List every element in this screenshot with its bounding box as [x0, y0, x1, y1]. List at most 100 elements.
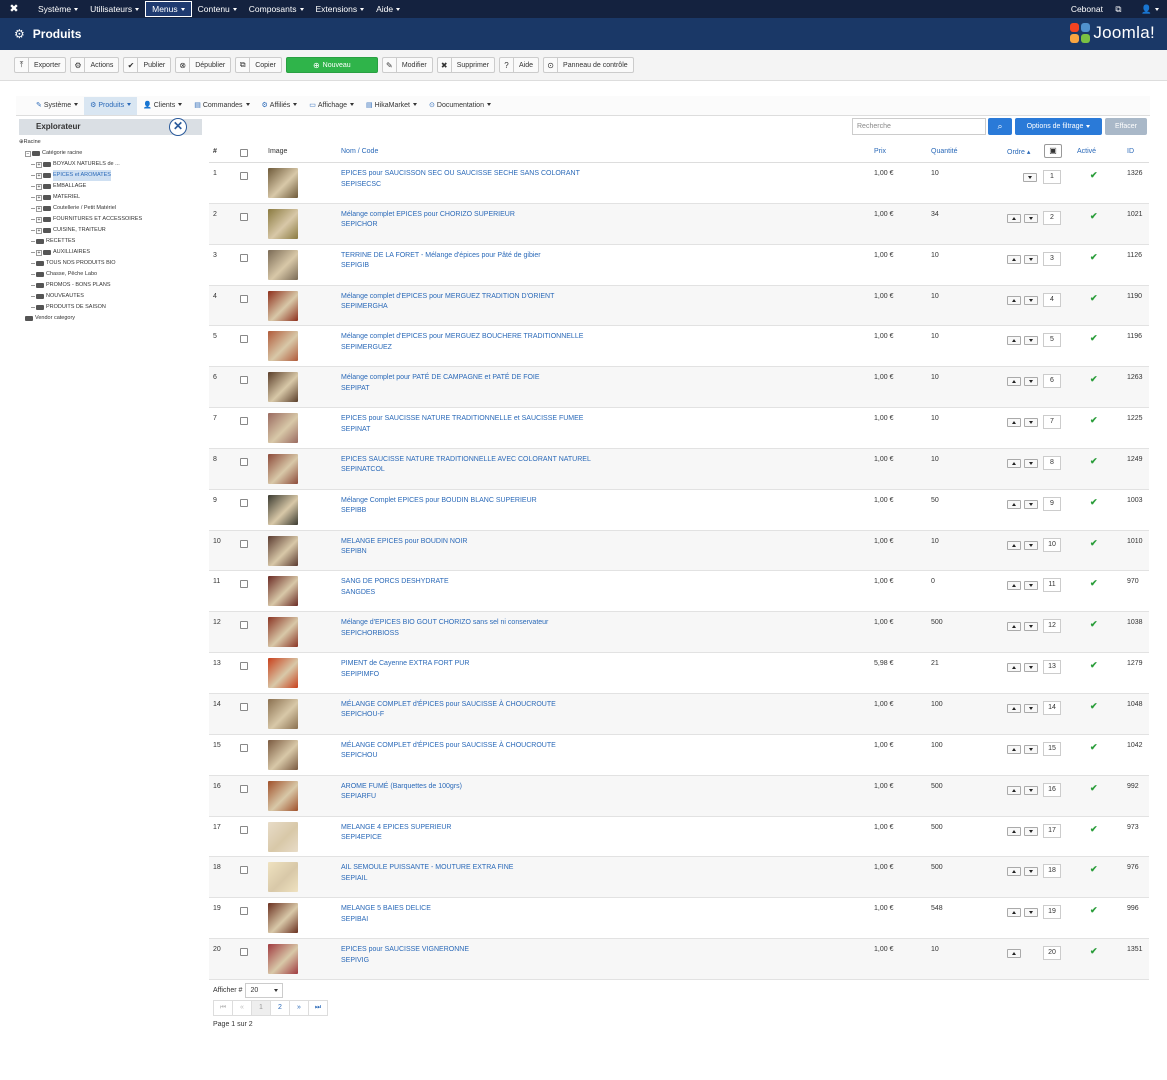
expand-icon[interactable]: + [36, 172, 42, 179]
hika-menu-item[interactable]: ▤ Commandes [188, 97, 255, 115]
admin-menu-item[interactable]: Menus [145, 1, 192, 17]
product-code-link[interactable]: SEPIPAT [341, 384, 540, 395]
move-down-button[interactable] [1024, 744, 1038, 754]
move-up-button[interactable] [1007, 826, 1021, 836]
row-checkbox[interactable] [240, 253, 248, 262]
tree-node[interactable]: + EPICES et AROMATES [19, 170, 202, 181]
toolbar-button[interactable]: ⧉ Copier [235, 57, 282, 73]
row-checkbox[interactable] [240, 294, 248, 303]
move-up-button[interactable] [1007, 418, 1021, 428]
row-checkbox[interactable] [240, 417, 248, 426]
move-down-button[interactable] [1024, 540, 1038, 550]
product-thumbnail[interactable] [268, 535, 298, 566]
order-input[interactable]: 13 [1043, 660, 1061, 675]
user-menu[interactable]: 👤 [1131, 4, 1159, 15]
tree-node[interactable]: + Coutellerie / Petit Matériel [19, 203, 202, 214]
product-code-link[interactable]: SEPICHOU-F [341, 710, 556, 721]
product-name-link[interactable]: SANG DE PORCS DESHYDRATE [341, 577, 449, 588]
move-up-button[interactable] [1007, 703, 1021, 713]
product-code-link[interactable]: SEPIMERGHA [341, 302, 554, 313]
published-check-icon[interactable]: ✔ [1090, 293, 1098, 304]
published-check-icon[interactable]: ✔ [1090, 415, 1098, 426]
last-page-button[interactable]: ⏭ [308, 1000, 328, 1016]
collapse-icon[interactable]: − [25, 150, 31, 157]
hika-menu-item[interactable]: ⚙ Produits [84, 96, 138, 115]
site-link[interactable]: Cebonat ⧉ [1061, 4, 1122, 15]
col-price[interactable]: Prix [874, 148, 886, 155]
search-button[interactable]: ⌕ [988, 118, 1012, 135]
row-checkbox[interactable] [240, 621, 248, 630]
move-down-button[interactable] [1024, 377, 1038, 387]
tree-node[interactable]: + CUISINE, TRAITEUR [19, 225, 202, 236]
product-name-link[interactable]: Mélange complet pour PATÉ DE CAMPAGNE et… [341, 373, 540, 384]
admin-menu-item[interactable]: Contenu [192, 0, 243, 18]
move-up-button[interactable] [1007, 458, 1021, 468]
tree-node[interactable]: + EMBALLAGE [19, 181, 202, 192]
product-name-link[interactable]: Mélange complet d'EPICES pour MERGUEZ BO… [341, 332, 583, 343]
product-thumbnail[interactable] [268, 249, 298, 280]
row-checkbox[interactable] [240, 866, 248, 875]
product-name-link[interactable]: Mélange complet d'EPICES pour MERGUEZ TR… [341, 292, 554, 303]
order-input[interactable]: 14 [1043, 700, 1061, 715]
product-name-link[interactable]: Mélange complet EPICES pour CHORIZO SUPE… [341, 210, 515, 221]
expand-icon[interactable]: + [36, 183, 42, 190]
row-checkbox[interactable] [240, 457, 248, 466]
row-checkbox[interactable] [240, 743, 248, 752]
published-check-icon[interactable]: ✔ [1090, 824, 1098, 835]
published-check-icon[interactable]: ✔ [1090, 701, 1098, 712]
select-all-checkbox[interactable] [240, 149, 248, 157]
move-down-button[interactable] [1024, 418, 1038, 428]
list-limit-select[interactable]: 20 [245, 983, 284, 998]
admin-menu-item[interactable]: Extensions [310, 0, 371, 18]
order-input[interactable]: 5 [1043, 333, 1061, 348]
product-thumbnail[interactable] [268, 944, 298, 975]
product-code-link[interactable]: SEPIMERGUEZ [341, 343, 583, 354]
col-name[interactable]: Nom / Code [341, 148, 378, 155]
expand-icon[interactable]: + [36, 227, 42, 234]
move-up-button[interactable] [1007, 908, 1021, 918]
col-active[interactable]: Activé [1077, 148, 1096, 155]
product-name-link[interactable]: EPICES pour SAUCISSON SEC OU SAUCISSE SE… [341, 169, 580, 180]
order-input[interactable]: 2 [1043, 210, 1061, 225]
published-check-icon[interactable]: ✔ [1090, 905, 1098, 916]
order-input[interactable]: 6 [1043, 374, 1061, 389]
product-thumbnail[interactable] [268, 331, 298, 362]
product-code-link[interactable]: SEPIGIB [341, 261, 541, 272]
product-thumbnail[interactable] [268, 453, 298, 484]
published-check-icon[interactable]: ✔ [1090, 538, 1098, 549]
published-check-icon[interactable]: ✔ [1090, 456, 1098, 467]
order-input[interactable]: 17 [1043, 823, 1061, 838]
row-checkbox[interactable] [240, 539, 248, 548]
move-down-button[interactable] [1024, 785, 1038, 795]
row-checkbox[interactable] [240, 662, 248, 671]
product-name-link[interactable]: Mélange d'EPICES BIO GOUT CHORIZO sans s… [341, 618, 548, 629]
published-check-icon[interactable]: ✔ [1090, 211, 1098, 222]
tree-node[interactable]: + MATERIEL [19, 192, 202, 203]
product-code-link[interactable]: SEPIVIG [341, 956, 469, 967]
expand-icon[interactable]: + [36, 249, 42, 256]
product-thumbnail[interactable] [268, 903, 298, 934]
product-thumbnail[interactable] [268, 413, 298, 444]
published-check-icon[interactable]: ✔ [1090, 252, 1098, 263]
row-checkbox[interactable] [240, 702, 248, 711]
move-up-button[interactable] [1007, 213, 1021, 223]
product-name-link[interactable]: AIL SEMOULE PUISSANTE - MOUTURE EXTRA FI… [341, 863, 513, 874]
product-thumbnail[interactable] [268, 208, 298, 239]
published-check-icon[interactable]: ✔ [1090, 578, 1098, 589]
move-up-button[interactable] [1007, 499, 1021, 509]
expand-icon[interactable]: + [36, 205, 42, 212]
published-check-icon[interactable]: ✔ [1090, 660, 1098, 671]
move-up-button[interactable] [1007, 785, 1021, 795]
order-input[interactable]: 12 [1043, 619, 1061, 634]
move-down-button[interactable] [1024, 499, 1038, 509]
product-thumbnail[interactable] [268, 576, 298, 607]
product-name-link[interactable]: TERRINE DE LA FORET - Mélange d'épices p… [341, 251, 541, 262]
tree-node[interactable]: NOUVEAUTES [19, 291, 202, 302]
order-input[interactable]: 9 [1043, 496, 1061, 511]
move-down-button[interactable] [1024, 826, 1038, 836]
expand-icon[interactable]: + [36, 161, 42, 168]
move-up-button[interactable] [1007, 949, 1021, 959]
tree-node[interactable]: ⊕ Racine [19, 137, 202, 148]
toolbar-button[interactable]: ⤒ Exporter [14, 57, 67, 73]
move-up-button[interactable] [1007, 254, 1021, 264]
